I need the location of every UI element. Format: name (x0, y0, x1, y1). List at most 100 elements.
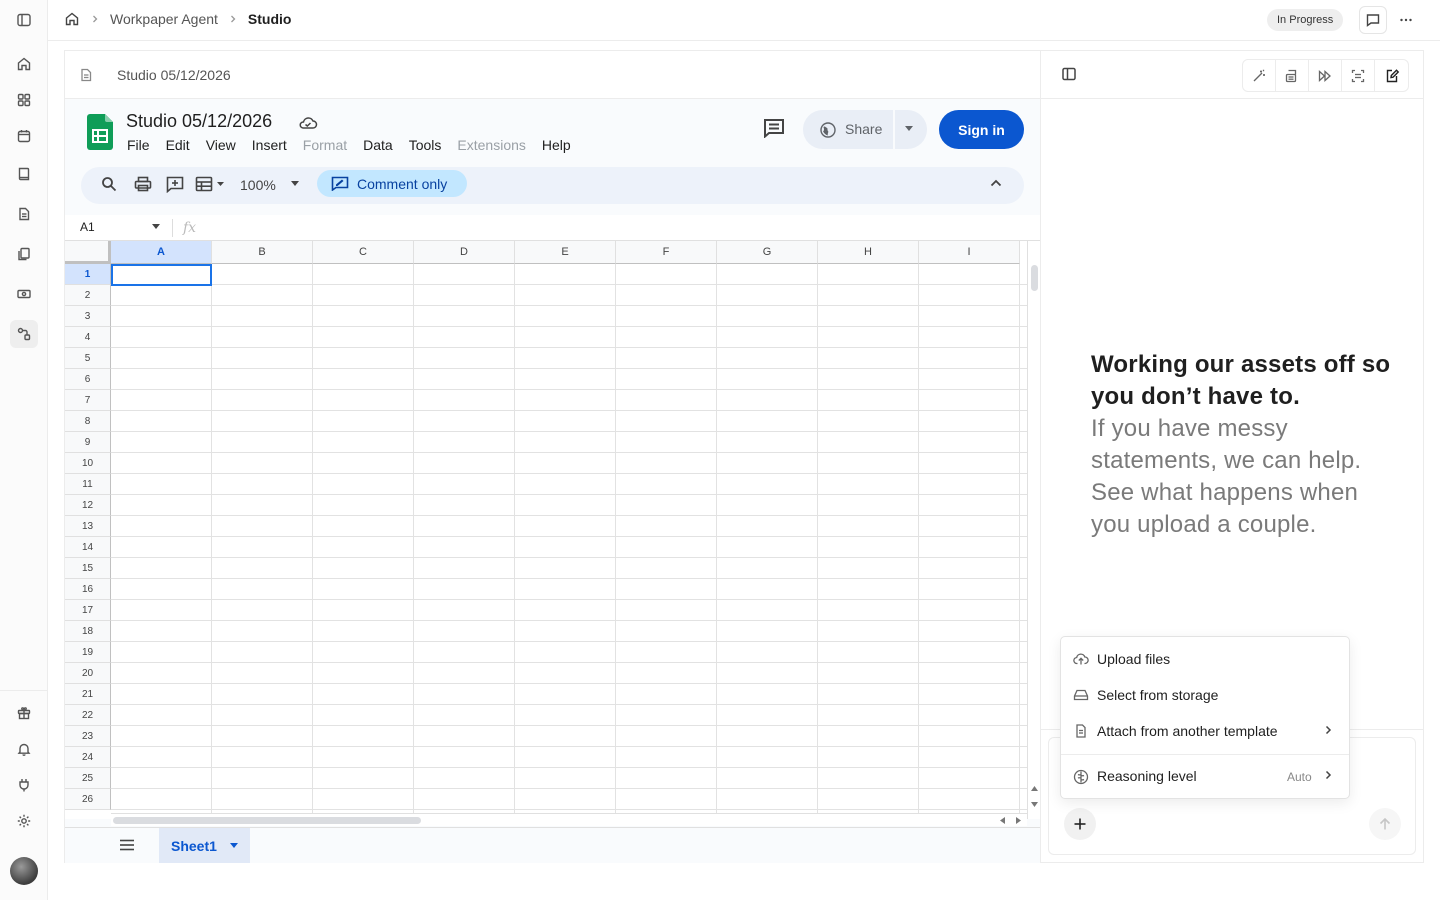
menu-file[interactable]: File (127, 137, 150, 153)
row-header[interactable]: 5 (65, 348, 111, 369)
row-header[interactable]: 25 (65, 768, 111, 789)
document-stack-icon[interactable] (1276, 60, 1309, 91)
calendar-icon[interactable] (10, 122, 38, 150)
row-header[interactable]: 1 (65, 264, 111, 285)
comments-icon[interactable] (763, 118, 785, 138)
column-header[interactable]: G (717, 241, 818, 264)
selected-cell[interactable] (111, 264, 212, 286)
gift-icon[interactable] (10, 699, 38, 727)
menu-item-attach-template[interactable]: Attach from another template (1061, 713, 1349, 749)
avatar[interactable] (10, 857, 38, 885)
spreadsheet-title[interactable]: Studio 05/12/2026 (126, 111, 272, 132)
workflow-icon[interactable] (10, 320, 38, 348)
row-header[interactable]: 19 (65, 642, 111, 663)
menu-tools[interactable]: Tools (409, 137, 442, 153)
menu-help[interactable]: Help (542, 137, 571, 153)
column-header[interactable]: A (111, 241, 212, 264)
row-header[interactable]: 2 (65, 285, 111, 306)
row-header[interactable]: 24 (65, 747, 111, 768)
caret-down-icon[interactable] (151, 224, 161, 230)
column-header[interactable]: C (313, 241, 414, 264)
row-header[interactable]: 18 (65, 621, 111, 642)
money-icon[interactable] (10, 280, 38, 308)
share-button[interactable]: Share (803, 110, 927, 149)
more-button[interactable] (1392, 6, 1420, 34)
bell-icon[interactable] (10, 735, 38, 763)
column-header[interactable]: I (919, 241, 1020, 264)
column-header[interactable]: B (212, 241, 313, 264)
scroll-right-icon[interactable] (1016, 817, 1021, 824)
fast-forward-icon[interactable] (1309, 60, 1342, 91)
row-header[interactable]: 12 (65, 495, 111, 516)
scroll-thumb[interactable] (113, 817, 421, 824)
book-icon[interactable] (10, 160, 38, 188)
row-header[interactable]: 10 (65, 453, 111, 474)
row-header[interactable]: 13 (65, 516, 111, 537)
menu-item-select-storage[interactable]: Select from storage (1061, 677, 1349, 713)
attach-button[interactable] (1064, 808, 1096, 840)
row-header[interactable]: 17 (65, 600, 111, 621)
menu-item-reasoning-level[interactable]: Reasoning level Auto (1061, 758, 1349, 794)
send-button[interactable] (1369, 808, 1401, 840)
search-icon[interactable] (101, 176, 117, 192)
caret-down-icon[interactable] (904, 126, 914, 132)
menu-insert[interactable]: Insert (252, 137, 287, 153)
chevron-up-icon[interactable] (990, 179, 1002, 187)
row-header[interactable]: 14 (65, 537, 111, 558)
scroll-up-icon[interactable] (1031, 786, 1038, 791)
column-header[interactable]: H (818, 241, 919, 264)
home-icon[interactable] (64, 11, 80, 27)
scroll-down-icon[interactable] (1031, 802, 1038, 807)
column-header[interactable]: E (515, 241, 616, 264)
insert-table-icon[interactable] (195, 176, 229, 192)
scan-icon[interactable] (1342, 60, 1375, 91)
menu-view[interactable]: View (206, 137, 236, 153)
row-header[interactable]: 4 (65, 327, 111, 348)
plug-icon[interactable] (10, 771, 38, 799)
all-sheets-menu-icon[interactable] (119, 839, 135, 851)
row-header[interactable]: 22 (65, 705, 111, 726)
zoom-select[interactable]: 100% (240, 177, 276, 193)
row-header[interactable]: 26 (65, 789, 111, 810)
sign-in-button[interactable]: Sign in (939, 110, 1024, 149)
select-all-corner[interactable] (65, 241, 111, 264)
row-header[interactable]: 6 (65, 369, 111, 390)
row-header[interactable]: 21 (65, 684, 111, 705)
row-header[interactable]: 8 (65, 411, 111, 432)
document-icon[interactable] (10, 200, 38, 228)
row-header[interactable]: 9 (65, 432, 111, 453)
name-box[interactable]: A1 (80, 220, 95, 234)
column-header[interactable]: F (616, 241, 717, 264)
add-comment-icon[interactable] (166, 176, 184, 193)
row-header[interactable]: 20 (65, 663, 111, 684)
row-header[interactable]: 23 (65, 726, 111, 747)
home-icon[interactable] (10, 50, 38, 78)
comment-only-button[interactable]: Comment only (317, 170, 468, 197)
horizontal-scrollbar[interactable] (111, 813, 1027, 826)
dashboard-icon[interactable] (10, 86, 38, 114)
comment-button[interactable] (1359, 6, 1387, 34)
print-icon[interactable] (134, 176, 152, 192)
gear-icon[interactable] (10, 807, 38, 835)
files-icon[interactable] (10, 240, 38, 268)
panel-toggle-icon[interactable] (1061, 66, 1077, 82)
caret-down-icon[interactable] (229, 843, 239, 849)
vertical-scrollbar[interactable] (1027, 241, 1040, 819)
menu-edit[interactable]: Edit (166, 137, 190, 153)
menu-data[interactable]: Data (363, 137, 393, 153)
edit-note-icon[interactable] (1375, 60, 1408, 91)
sheet-tab[interactable]: Sheet1 (159, 828, 250, 863)
menu-item-upload-files[interactable]: Upload files (1061, 641, 1349, 677)
magic-wand-icon[interactable] (1243, 60, 1276, 91)
row-header[interactable]: 7 (65, 390, 111, 411)
row-header[interactable]: 16 (65, 579, 111, 600)
row-header[interactable]: 15 (65, 558, 111, 579)
caret-down-icon[interactable] (290, 181, 300, 187)
spreadsheet-grid[interactable]: A B C D E F G H I 1 2 3 4 5 6 7 8 9 10 11 12 13 14 15 16 17 18 19 20… (65, 241, 1027, 819)
column-header[interactable]: D (414, 241, 515, 264)
scroll-thumb[interactable] (1031, 265, 1038, 291)
sidebar-toggle-icon[interactable] (10, 6, 38, 34)
breadcrumb-item-workpaper-agent[interactable]: Workpaper Agent (110, 11, 218, 27)
scroll-left-icon[interactable] (1000, 817, 1005, 824)
row-header[interactable]: 3 (65, 306, 111, 327)
